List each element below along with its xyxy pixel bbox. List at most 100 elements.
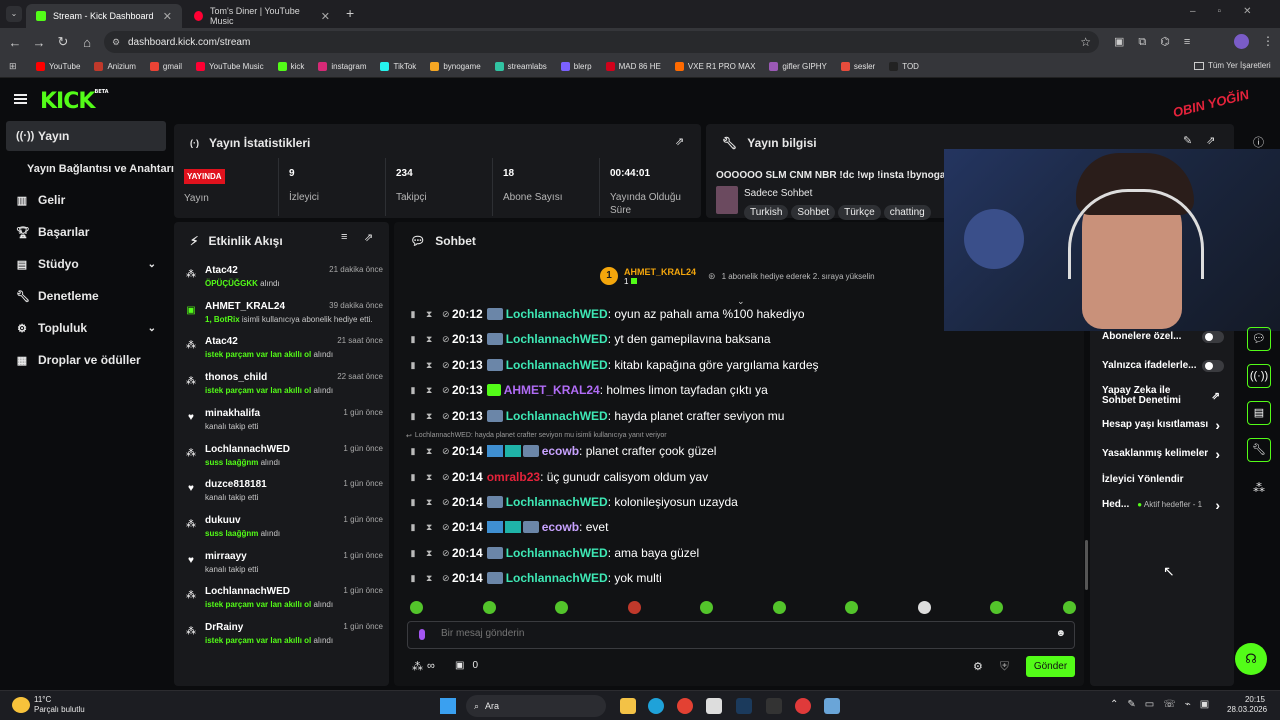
- store-icon[interactable]: [706, 698, 722, 714]
- ban-icon[interactable]: ⊘: [442, 334, 450, 345]
- weather-widget[interactable]: 11°C Parçalı bulutlu: [34, 695, 85, 715]
- pin-icon[interactable]: ▮: [410, 411, 416, 422]
- chat-message[interactable]: ▮ ⧗ ⊘ 20:14 LochlannachWED: kolonileşiyosun …: [410, 492, 738, 512]
- chat-message[interactable]: ▮ ⧗ ⊘ 20:14 omralb23: üç gunudr calisyom old…: [410, 467, 709, 487]
- popout-icon[interactable]: ⇗: [364, 231, 373, 244]
- app-icon[interactable]: [824, 698, 840, 714]
- mic-icon[interactable]: [419, 629, 425, 640]
- activity-item[interactable]: ▣ AHMET_KRAL24 39 dakika önce 1, BotRix isi…: [183, 301, 383, 335]
- tag-chip[interactable]: Turkish: [744, 205, 789, 220]
- pin-icon[interactable]: ▮: [410, 360, 416, 371]
- mod-shield-icon[interactable]: ⛨: [1000, 659, 1009, 674]
- setting-item[interactable]: Hed... ● Aktif hedefler - 1 ›: [1102, 497, 1224, 513]
- bookmark-item[interactable]: streamlabs: [494, 62, 547, 71]
- bookmark-item[interactable]: MAD 86 HE: [605, 62, 661, 71]
- category-name[interactable]: Sadece Sohbet: [744, 188, 812, 199]
- pin-icon[interactable]: ▮: [410, 522, 416, 533]
- activity-item[interactable]: ⁂ LochlannachWED 1 gün önce suss laağğnm al…: [183, 444, 383, 478]
- bookmark-item[interactable]: kick: [277, 62, 304, 71]
- edit-icon[interactable]: ✎: [1183, 134, 1192, 147]
- setting-item[interactable]: Abonelere özel...: [1102, 330, 1224, 343]
- message-username[interactable]: LochlannachWED: [506, 358, 608, 372]
- popout-icon[interactable]: ⇗: [675, 135, 684, 148]
- message-username[interactable]: LochlannachWED: [506, 307, 608, 321]
- forward-icon[interactable]: →: [27, 35, 51, 50]
- weather-icon[interactable]: [12, 697, 30, 713]
- chat-message[interactable]: ▮ ⧗ ⊘ 20:13 AHMET_KRAL24: holmes limon tayfa…: [410, 380, 768, 400]
- system-tray-icons[interactable]: ⌃✎▭☏⌁▣: [1110, 699, 1218, 710]
- message-username[interactable]: LochlannachWED: [506, 495, 608, 509]
- sidebar-item-stream-key[interactable]: Yayın Bağlantısı ve Anahtarı: [6, 154, 176, 184]
- tag-chip[interactable]: Sohbet: [791, 205, 836, 220]
- chat-message[interactable]: ▮ ⧗ ⊘ 20:14 ecowb: planet crafter çook güzel: [410, 441, 717, 461]
- activity-item[interactable]: ⁂ LochlannachWED 1 gün önce istek parçam va…: [183, 586, 383, 620]
- windows-start-icon[interactable]: [440, 698, 456, 714]
- message-username[interactable]: omralb23: [487, 470, 540, 484]
- activity-item[interactable]: ⁂ DrRainy 1 gün önce istek parçam var lan a…: [183, 622, 383, 656]
- activity-item[interactable]: ♥ mirraayy 1 gün önce kanalı takip etti: [183, 551, 383, 585]
- tag-chip[interactable]: Türkçe: [838, 205, 881, 220]
- message-username[interactable]: AHMET_KRAL24: [504, 383, 600, 397]
- ban-icon[interactable]: ⊘: [442, 411, 450, 422]
- window-controls[interactable]: –▫✕: [1190, 6, 1274, 17]
- epic-games-icon[interactable]: [766, 698, 782, 714]
- activity-item[interactable]: ⁂ Atac42 21 dakika önce ÖPÜÇÜĞGKK alındı: [183, 265, 383, 299]
- inventory[interactable]: ▣ 0: [455, 660, 478, 671]
- setting-item[interactable]: Yalnızca ifadelerle...: [1102, 359, 1224, 372]
- ban-icon[interactable]: ⊘: [442, 360, 450, 371]
- bookmark-star-icon[interactable]: ☆: [1080, 35, 1091, 49]
- chat-message[interactable]: ▮ ⧗ ⊘ 20:13 LochlannachWED: yt den gamepilav…: [410, 329, 771, 349]
- tab-list-button[interactable]: ⌄: [6, 6, 22, 22]
- emoji-icon[interactable]: ☻: [1055, 628, 1066, 639]
- clock[interactable]: 20:15 28.03.2026: [1227, 695, 1267, 715]
- bookmark-item[interactable]: TikTok: [380, 62, 416, 71]
- setting-item[interactable]: Yapay Zeka ile Sohbet Denetimi ⇗: [1102, 386, 1224, 406]
- sidebar-item-gelir[interactable]: ▥ Gelir: [6, 185, 166, 215]
- timeout-icon[interactable]: ⧗: [426, 411, 432, 422]
- chat-message[interactable]: ▮ ⧗ ⊘ 20:13 LochlannachWED: kitabı kapağına …: [410, 355, 819, 375]
- timeout-icon[interactable]: ⧗: [426, 309, 432, 320]
- chat-message[interactable]: ▮ ⧗ ⊘ 20:12 LochlannachWED: oyun az pahalı a…: [410, 304, 805, 324]
- pin-icon[interactable]: ▮: [410, 548, 416, 559]
- activity-item[interactable]: ⁂ Atac42 21 saat önce istek parçam var lan …: [183, 336, 383, 370]
- bookmark-item[interactable]: YouTube Music: [196, 62, 264, 71]
- bookmark-item[interactable]: gifler GIPHY: [769, 62, 827, 71]
- emote-icon[interactable]: [410, 601, 423, 614]
- printer-tool-button[interactable]: ▤: [1247, 401, 1271, 425]
- url-bar[interactable]: ⚙ dashboard.kick.com/stream ☆: [104, 31, 1099, 53]
- message-username[interactable]: LochlannachWED: [506, 546, 608, 560]
- bookmark-item[interactable]: sesler: [840, 62, 875, 71]
- bookmark-item[interactable]: gmail: [149, 62, 182, 71]
- popout-icon[interactable]: ⇗: [1206, 134, 1215, 147]
- edge-icon[interactable]: [648, 698, 664, 714]
- ban-icon[interactable]: ⊘: [442, 573, 450, 584]
- pinned-gifter[interactable]: 1 AHMET_KRAL24 1 ⊛ 1 abonelik hediye ede…: [600, 263, 875, 289]
- activity-item[interactable]: ⁂ thonos_child 22 saat önce istek parçam va…: [183, 372, 383, 406]
- chat-tool-button[interactable]: 💬︎: [1247, 327, 1271, 351]
- kick-logo[interactable]: KICKBETA: [40, 89, 109, 114]
- site-info-icon[interactable]: ⚙: [112, 37, 120, 48]
- file-explorer-icon[interactable]: [620, 698, 636, 714]
- timeout-icon[interactable]: ⧗: [426, 446, 432, 457]
- emote-icon[interactable]: [700, 601, 713, 614]
- close-tab-icon[interactable]: ✕: [321, 10, 330, 23]
- emote-icon[interactable]: [917, 601, 931, 614]
- all-bookmarks-folder[interactable]: Tüm Yer İşaretleri: [1194, 61, 1271, 70]
- timeout-icon[interactable]: ⧗: [426, 522, 432, 533]
- ban-icon[interactable]: ⊘: [442, 472, 450, 483]
- pin-icon[interactable]: ▮: [410, 497, 416, 508]
- emote-icon[interactable]: [990, 601, 1003, 614]
- message-username[interactable]: ecowb: [542, 520, 579, 534]
- steam-icon[interactable]: [736, 698, 752, 714]
- pin-icon[interactable]: ▮: [410, 472, 416, 483]
- taskbar-search[interactable]: ⌕ Ara: [466, 695, 606, 717]
- send-button[interactable]: Gönder: [1026, 656, 1075, 677]
- sidebar-item-droplar[interactable]: ▦ Droplar ve ödüller: [6, 345, 166, 375]
- ban-icon[interactable]: ⊘: [442, 446, 450, 457]
- emote-icon[interactable]: [772, 601, 786, 614]
- setting-item[interactable]: Hesap yaşı kısıtlaması ›: [1102, 417, 1224, 433]
- timeout-icon[interactable]: ⧗: [426, 573, 432, 584]
- activity-item[interactable]: ♥ duzce818181 1 gün önce kanalı takip etti: [183, 479, 383, 513]
- app-icon[interactable]: [795, 698, 811, 714]
- ban-icon[interactable]: ⊘: [442, 385, 450, 396]
